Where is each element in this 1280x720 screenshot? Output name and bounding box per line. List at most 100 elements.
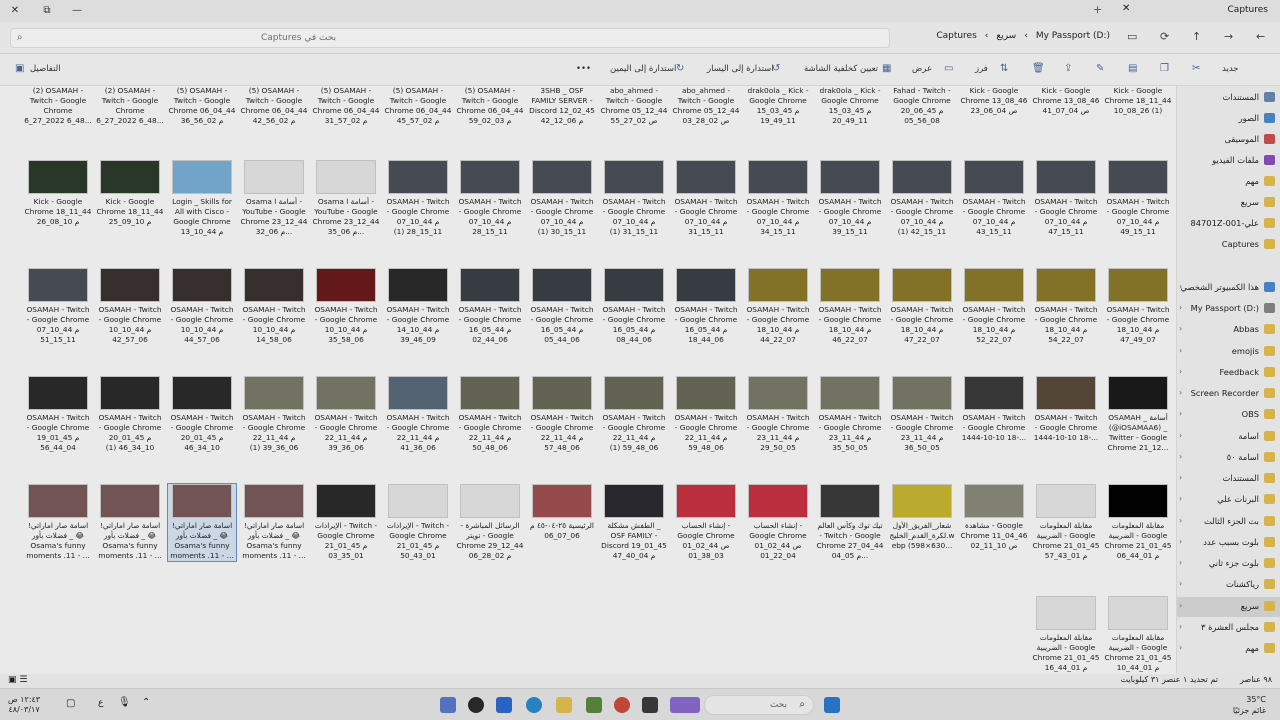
chevron-icon[interactable]: ‹ <box>1179 558 1182 567</box>
new-button[interactable]: جديد <box>1222 64 1239 74</box>
file-item[interactable]: (5) OSAMAH - Twitch - Google Chrome 06_0… <box>312 86 380 126</box>
tray-up-icon[interactable]: ⌃ <box>142 697 150 708</box>
sidebar-item[interactable]: اسامة ‹ <box>1177 427 1280 447</box>
file-item[interactable]: OSAMAH - Twitch - Google Chrome 18_10_44… <box>816 268 884 345</box>
chevron-icon[interactable]: ‹ <box>1179 494 1182 503</box>
file-item[interactable]: OSAMAH - Twitch - Google Chrome 22_11_44… <box>672 376 740 453</box>
file-item[interactable]: إنشاء الحساب - Google Chrome 01_02_44 ص … <box>672 484 740 561</box>
sidebar-item[interactable]: الموسيقى <box>1177 130 1280 150</box>
file-item[interactable]: مقابلة المعلومات الضريبية - Google Chrom… <box>1032 484 1100 561</box>
file-item[interactable]: تيك توك وكأس العالم - Twitch - Google Ch… <box>816 484 884 561</box>
sidebar-item[interactable]: سريع ‹ <box>1177 597 1280 617</box>
file-item[interactable]: OSAMAH - Twitch - Google Chrome 18_10_44… <box>1032 268 1100 345</box>
file-item[interactable]: Kick - Google Chrome 18_11_44 10_08_26 (… <box>1104 86 1172 126</box>
chevron-icon[interactable]: ‹ <box>1179 537 1182 546</box>
sidebar-item[interactable]: مهم <box>1177 172 1280 192</box>
file-item[interactable]: Kick - Google Chrome 13_08_46 ص 04_06_23 <box>960 86 1028 126</box>
details-button[interactable]: التفاصيل <box>30 64 61 74</box>
chevron-icon[interactable]: ‹ <box>1179 473 1182 482</box>
file-item[interactable]: OSAMAH - Twitch - Google Chrome 23_11_44… <box>744 376 812 453</box>
file-item[interactable]: OSAMAH - Twitch - Google Chrome 22_11_44… <box>456 376 524 453</box>
file-item[interactable]: abo_ahmed - Twitch - Google Chrome 05_12… <box>600 86 668 126</box>
file-item[interactable]: Login _ Skills for All with Cisco - Goog… <box>168 160 236 237</box>
start-icon[interactable] <box>824 697 840 713</box>
file-item[interactable]: Kick - Google Chrome 18_11_44 م 10_09_25 <box>96 160 164 237</box>
file-item[interactable]: مقابلة المعلومات الضريبية - Google Chrom… <box>1104 484 1172 561</box>
breadcrumb-fast[interactable]: سريع <box>996 31 1016 41</box>
file-item[interactable]: OSAMAH - Twitch - Google Chrome 23_11_44… <box>816 376 884 453</box>
file-item[interactable]: OSAMAH - Twitch - Google Chrome 07_10_44… <box>24 268 92 345</box>
file-item[interactable]: OSAMAH - Twitch - Google Chrome 16_05_44… <box>600 268 668 345</box>
file-item[interactable]: Osama l أسامة - YouTube - Google Chrome … <box>312 160 380 237</box>
chevron-icon[interactable]: ‹ <box>1179 367 1182 376</box>
chevron-icon[interactable]: ‹ <box>1179 452 1182 461</box>
file-item[interactable]: OSAMAH - Twitch - Google Chrome 18_10_44… <box>960 268 1028 345</box>
file-item[interactable]: OSAMAH - Twitch - Google Chrome 14_10_44… <box>384 268 452 345</box>
microphone-icon[interactable]: 🎙 <box>118 697 131 708</box>
file-item[interactable]: OSAMAH - Twitch - Google Chrome 07_10_44… <box>888 160 956 237</box>
share-icon[interactable]: ⇪ <box>1064 63 1072 74</box>
sidebar-item[interactable]: مهم ‹ <box>1177 639 1280 659</box>
new-tab-button[interactable]: + <box>1093 3 1102 16</box>
chevron-icon[interactable]: ‹ <box>1179 282 1182 291</box>
display-icon[interactable]: ▭ <box>1127 30 1137 43</box>
file-item[interactable]: OSAMAH - Twitch - Google Chrome 22_11_44… <box>600 376 668 453</box>
chevron-icon[interactable]: ‹ <box>1179 346 1182 355</box>
file-item[interactable]: الإيرادات - Twitch - Google Chrome 21_01… <box>312 484 380 561</box>
sidebar-item[interactable]: emojis ‹ <box>1177 342 1280 362</box>
sidebar-item[interactable]: ملفات الفيديو <box>1177 151 1280 171</box>
set-wallpaper-button[interactable]: تعيين كخلفية الشاشة <box>804 64 878 74</box>
file-item[interactable]: OSAMAH - Twitch - Google Chrome 16_05_44… <box>528 268 596 345</box>
back-arrow-icon[interactable]: → <box>1224 30 1233 43</box>
notifications-icon[interactable]: ▢ <box>66 698 75 709</box>
file-item[interactable]: (5) OSAMAH - Twitch - Google Chrome 06_0… <box>240 86 308 126</box>
weather-widget[interactable]: 35°C غائم جزئيًا <box>1233 694 1266 716</box>
file-item[interactable]: الطفش مشكلة _ OSF FAMILY - Discord 19_01… <box>600 484 668 561</box>
obs-icon[interactable] <box>468 697 484 713</box>
file-item[interactable]: OSAMAH - Twitch - Google Chrome 07_10_44… <box>456 160 524 237</box>
view-button[interactable]: عرض <box>912 64 932 74</box>
file-item[interactable]: الإيرادات - Twitch - Google Chrome 21_01… <box>384 484 452 561</box>
file-item[interactable]: OSAMAH - Twitch - Google Chrome 18_10_44… <box>744 268 812 345</box>
file-item[interactable]: 3SHB _ OSF FAMILY SERVER - Discord 12_02… <box>528 86 596 126</box>
clock[interactable]: ١٢:٤٣ ص ٤٨/٠٣/١٧ <box>8 695 40 715</box>
minimize-window-button[interactable]: — <box>66 2 88 18</box>
close-window-button[interactable]: ✕ <box>4 2 26 18</box>
forward-arrow-icon[interactable]: ← <box>1256 30 1265 43</box>
file-item[interactable]: مشاهدة - Google Chrome 11_04_46 ص 10_11_… <box>960 484 1028 561</box>
sidebar-item[interactable]: Captures <box>1177 235 1280 255</box>
file-item[interactable]: (2) OSAMAH - Twitch - Google Chrome 6_27… <box>96 86 164 126</box>
file-item[interactable]: اسامة صار اماراتي! فضلات بأور _ 😂 Osama'… <box>240 484 308 561</box>
app-icon[interactable] <box>670 697 700 713</box>
sidebar-item[interactable]: بلوت جزء ثاني ‹ <box>1177 554 1280 574</box>
breadcrumb-drive[interactable]: My Passport (D:) <box>1036 31 1110 41</box>
file-item[interactable]: OSAMAH - Twitch - Google Chrome 07_10_44… <box>1032 160 1100 237</box>
file-item[interactable]: (5) OSAMAH - Twitch - Google Chrome 06_0… <box>168 86 236 126</box>
app-icon[interactable] <box>440 697 456 713</box>
sidebar-item[interactable]: الصور <box>1177 109 1280 129</box>
file-item[interactable]: OSAMAH - Twitch - Google Chrome 1444-10-… <box>1032 376 1100 453</box>
refresh-icon[interactable]: ⟳ <box>1160 30 1169 43</box>
breadcrumb-captures[interactable]: Captures <box>936 31 976 41</box>
file-explorer-icon[interactable] <box>556 697 572 713</box>
restore-window-button[interactable]: ⧉ <box>36 2 58 18</box>
chevron-icon[interactable]: ‹ <box>1179 409 1182 418</box>
file-item[interactable]: OSAMAH - Twitch - Google Chrome 10_10_44… <box>240 268 308 345</box>
file-item[interactable]: اسامة صار اماراتي! فضلات بأور _ 😂 Osama'… <box>167 483 237 562</box>
chevron-icon[interactable]: ‹ <box>1179 324 1182 333</box>
file-item[interactable]: OSAMAH - Twitch - Google Chrome 10_10_44… <box>96 268 164 345</box>
rotate-right-button[interactable]: استدارة إلى اليمين <box>610 64 676 74</box>
sort-button[interactable]: فرز <box>975 64 988 74</box>
file-item[interactable]: abo_ahmed - Twitch - Google Chrome 05_12… <box>672 86 740 126</box>
paste-icon[interactable]: ▤ <box>1128 63 1137 74</box>
sidebar-item[interactable]: المستندات <box>1177 88 1280 108</box>
file-item[interactable]: مقابلة المعلومات الضريبية - Google Chrom… <box>1032 596 1100 673</box>
chevron-icon[interactable]: ‹ <box>1179 431 1182 440</box>
sidebar-item[interactable]: OBS ‹ <box>1177 405 1280 425</box>
close-tab-icon[interactable]: ✕ <box>1122 3 1130 14</box>
sidebar-item[interactable]: البرنات علي ‹ <box>1177 490 1280 510</box>
search-input[interactable]: ⌕ بحث في Captures <box>10 28 890 48</box>
sidebar-item[interactable]: اسامة ٥٠ ‹ <box>1177 448 1280 468</box>
sidebar-item[interactable]: Screen Recorder ‹ <box>1177 384 1280 404</box>
edge-icon[interactable] <box>526 697 542 713</box>
